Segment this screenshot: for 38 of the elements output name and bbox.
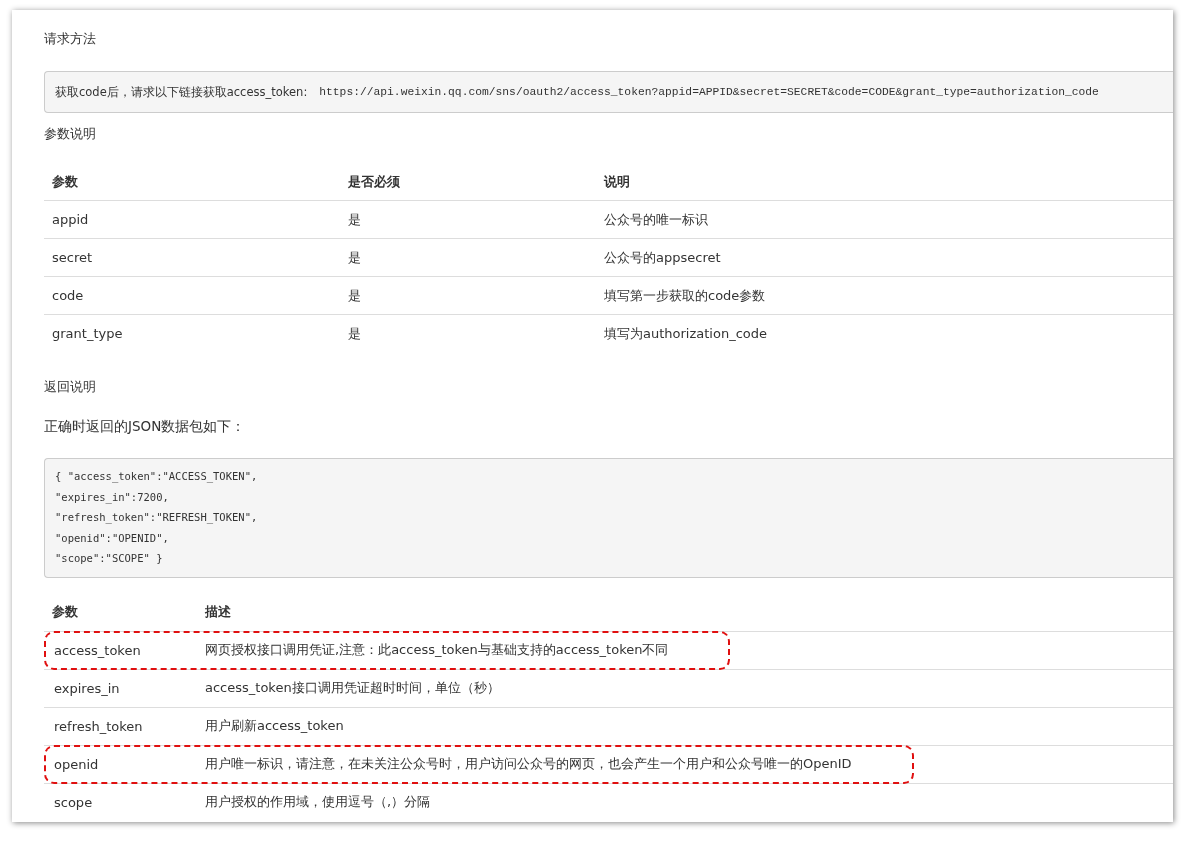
table-cell-text: code (52, 288, 85, 303)
table-cell-text: openid (54, 756, 100, 772)
table-cell-text: 是 (348, 248, 362, 267)
table-cell-text: access_token (54, 642, 142, 658)
table-cell-text: 是 (348, 324, 362, 343)
column-header: 描述 (205, 603, 231, 621)
table-cell: 公众号的appsecret (604, 248, 721, 267)
table-cell-text: 是 (348, 210, 362, 229)
request-url: https://api.weixin.qq.com/sns/oauth2/access_token?appid=APPID&secret=SECRET&code=CODE&grant_type=authorization_code (319, 86, 1099, 98)
column-header: 说明 (604, 172, 630, 191)
table-cell-text: expires_in (54, 680, 121, 696)
table-cell-text: scope (54, 794, 94, 810)
table-cell: 用户授权的作用域，使用逗号（,）分隔 (205, 793, 431, 811)
code-line: { "access_token":"ACCESS_TOKEN", (55, 469, 259, 485)
code-line: "refresh_token":"REFRESH_TOKEN", (55, 510, 259, 526)
section-heading: 参数说明 (44, 125, 97, 143)
table-cell: 用户唯一标识，请注意，在未关注公众号时，用户访问公众号的网页，也会产生一个用户和公众号唯一的OpenID (205, 755, 852, 773)
table-cell-text: refresh_token (54, 718, 144, 734)
table-cell-text: 是 (348, 286, 362, 305)
code-text: 获取code后，请求以下链接获取access_token: (55, 84, 308, 100)
table-cell-text: appid (52, 212, 90, 227)
column-header: 参数 (52, 172, 79, 191)
table-cell: 用户刷新access_token (205, 717, 344, 735)
table-cell: 公众号的唯一标识 (604, 210, 708, 229)
section-heading: 返回说明 (44, 378, 97, 396)
table-cell: 填写第一步获取的code参数 (604, 286, 766, 305)
code-line: "scope":"SCOPE" } (55, 551, 164, 566)
table-cell: 填写为authorization_code (604, 324, 767, 343)
column-header: 参数 (52, 603, 79, 621)
table-cell-text: grant_type (52, 326, 124, 341)
column-header: 是否必须 (348, 172, 401, 191)
section-heading: 请求方法 (44, 30, 97, 48)
section-text: 正确时返回的JSON数据包如下： (44, 418, 247, 436)
code-line: "expires_in":7200, (55, 489, 170, 506)
table-cell: 网页授权接口调用凭证,注意：此access_token与基础支持的access_token不同 (205, 641, 669, 659)
table-cell: access_token接口调用凭证超时时间，单位（秒） (205, 679, 500, 697)
code-line: "openid":"OPENID", (55, 530, 170, 546)
table-cell-text: secret (52, 250, 94, 265)
